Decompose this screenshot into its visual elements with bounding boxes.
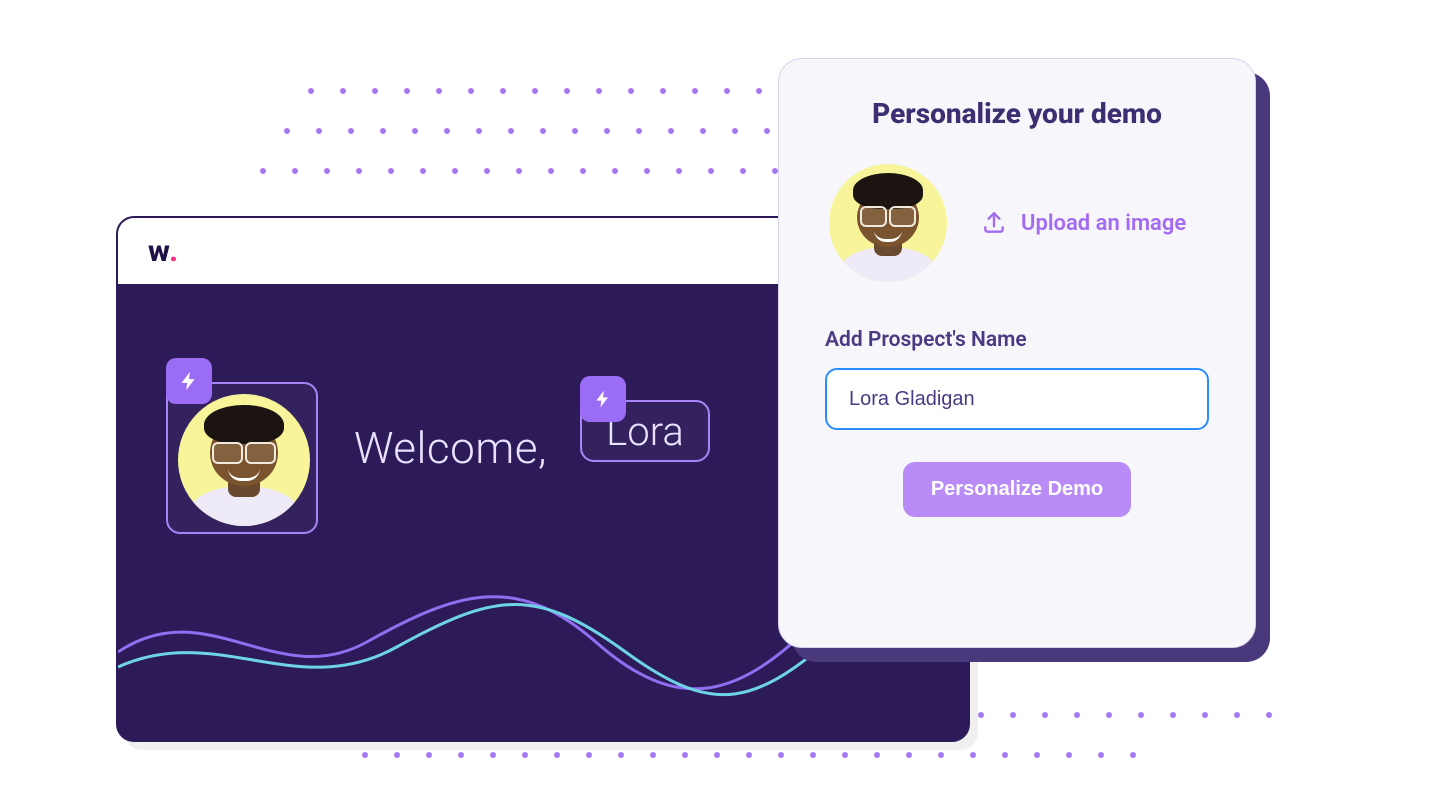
welcome-label: Welcome, [354, 422, 547, 474]
dynamic-name-token[interactable]: Lora [580, 400, 710, 462]
decoration-dots [978, 712, 1272, 718]
personalize-demo-button[interactable]: Personalize Demo [903, 462, 1131, 517]
app-logo: w. [148, 234, 179, 269]
upload-icon [981, 210, 1007, 236]
upload-label: Upload an image [1021, 211, 1186, 236]
upload-image-button[interactable]: Upload an image [981, 210, 1186, 236]
prospect-name-input[interactable] [825, 368, 1209, 430]
logo-text: w [148, 234, 169, 269]
lightning-icon [580, 376, 626, 422]
logo-dot: . [169, 234, 179, 269]
name-field-label: Add Prospect's Name [825, 328, 1209, 352]
decoration-dots [284, 128, 770, 134]
decoration-dots [308, 88, 762, 94]
card-title: Personalize your demo [825, 97, 1209, 130]
personalize-card: Personalize your demo Upload an image Ad… [778, 58, 1256, 648]
dynamic-avatar-token[interactable] [166, 382, 318, 534]
decoration-dots [362, 752, 1136, 758]
avatar-preview [829, 164, 947, 282]
decoration-dots [260, 168, 778, 174]
avatar [178, 394, 310, 526]
